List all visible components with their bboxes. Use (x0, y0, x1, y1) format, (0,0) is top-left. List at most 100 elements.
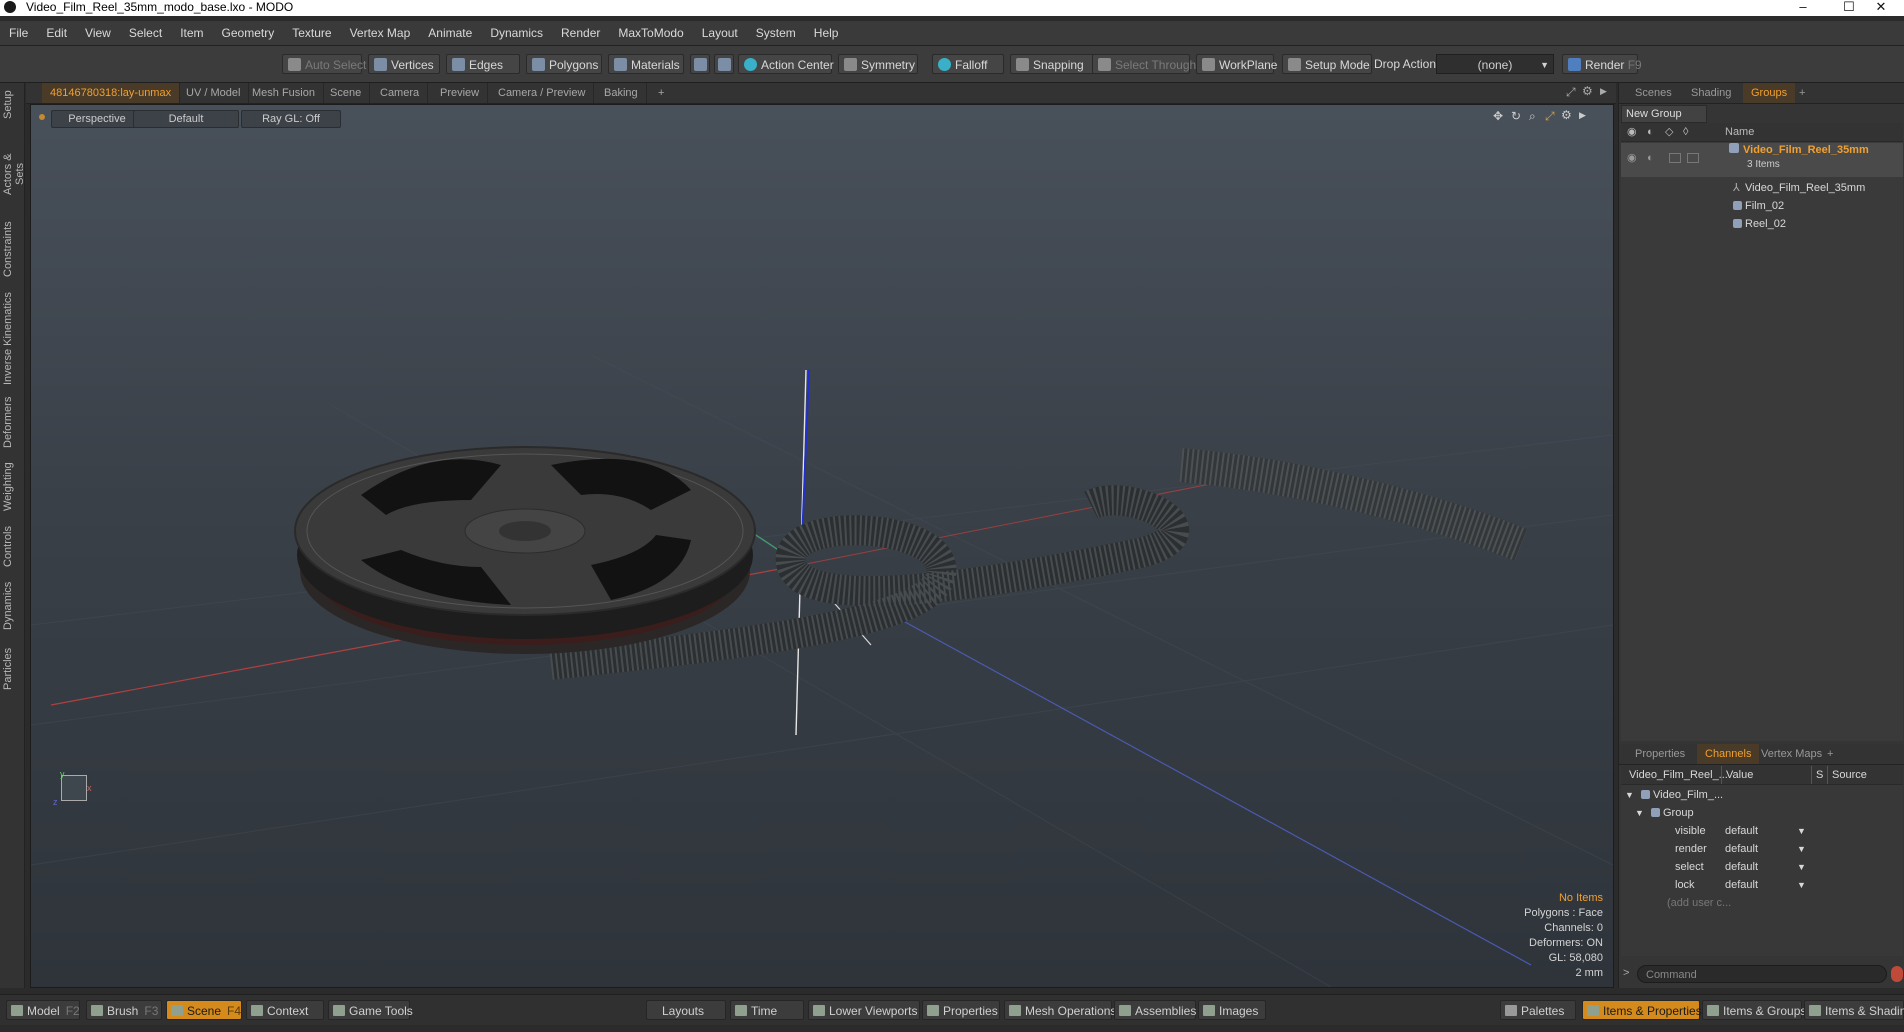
tab-weighting[interactable]: Weighting (2, 459, 22, 515)
group-select-checkbox[interactable] (1687, 153, 1699, 163)
polygons-button[interactable]: Polygons (526, 54, 602, 74)
menu-vertex-map[interactable]: Vertex Map (341, 21, 420, 45)
group-render-icon[interactable]: ◐ (1647, 149, 1654, 167)
scene-layout-button[interactable]: Scene F4 (166, 1000, 242, 1020)
channel-row[interactable]: render default ▼ (1621, 840, 1903, 858)
tab-camera[interactable]: Camera (372, 83, 429, 103)
menu-select[interactable]: Select (120, 21, 171, 45)
images-button[interactable]: Images (1198, 1000, 1266, 1020)
tab-constraints[interactable]: Constraints (2, 219, 22, 279)
channel-row[interactable]: visible default ▼ (1621, 822, 1903, 840)
tab-actors-sets[interactable]: Actors & Sets (2, 141, 26, 207)
new-group-button[interactable]: New Group (1621, 105, 1707, 123)
symmetry-button[interactable]: Symmetry (838, 54, 918, 74)
menu-texture[interactable]: Texture (283, 21, 340, 45)
tab-properties[interactable]: Properties (1627, 744, 1693, 764)
tab-channels[interactable]: Channels (1697, 744, 1760, 764)
component-mode-2-button[interactable] (714, 54, 734, 74)
minimize-button[interactable]: – (1780, 0, 1826, 16)
items-groups-button[interactable]: Items & Groups (1702, 1000, 1806, 1020)
menu-geometry[interactable]: Geometry (213, 21, 284, 45)
tab-layout[interactable]: 48146780318:lay-unmax (42, 83, 181, 103)
items-properties-button[interactable]: Items & Properties (1582, 1000, 1702, 1020)
tab-deformers[interactable]: Deformers (2, 395, 22, 449)
command-execute-icon[interactable] (1891, 966, 1903, 982)
command-input[interactable]: Command (1637, 965, 1887, 983)
group-member-row[interactable]: ⅄ Video_Film_Reel_35mm (1621, 179, 1903, 197)
menu-maxtomodo[interactable]: MaxToModo (609, 21, 692, 45)
tab-dynamics[interactable]: Dynamics (2, 579, 22, 633)
tab-particles[interactable]: Particles (2, 643, 22, 695)
expand-icon[interactable]: ⤢ (1566, 85, 1576, 100)
snapping-button[interactable]: Snapping (1010, 54, 1094, 74)
context-layout-button[interactable]: Context (246, 1000, 324, 1020)
collapse-icon[interactable]: ▼ (1625, 786, 1634, 804)
channel-row[interactable]: lock default ▼ (1621, 876, 1903, 894)
add-panel-tab-button[interactable]: + (1791, 83, 1813, 103)
items-shading-button[interactable]: Items & Shading (1804, 1000, 1904, 1020)
falloff-button[interactable]: Falloff (932, 54, 1004, 74)
menu-help[interactable]: Help (805, 21, 848, 45)
tab-setup[interactable]: Setup (2, 87, 22, 123)
3d-viewport[interactable]: Perspective Default Ray GL: Off ✥ ↻ ⌕ ⤢ … (30, 104, 1614, 988)
menu-system[interactable]: System (747, 21, 805, 45)
edges-button[interactable]: Edges (446, 54, 520, 74)
brush-layout-button[interactable]: Brush F3 (86, 1000, 162, 1020)
setup-mode-button[interactable]: Setup Mode (1282, 54, 1372, 74)
chevron-right-icon[interactable]: ▶ (1600, 86, 1607, 97)
vertices-button[interactable]: Vertices (368, 54, 440, 74)
layouts-button[interactable]: Layouts (646, 1000, 726, 1020)
tab-inverse-kinematics[interactable]: Inverse Kinematics (2, 291, 22, 387)
tab-controls[interactable]: Controls (2, 523, 22, 571)
materials-button[interactable]: Materials (608, 54, 684, 74)
tab-camera-preview[interactable]: Camera / Preview (490, 83, 595, 103)
tab-shading[interactable]: Shading (1683, 83, 1739, 103)
workplane-button[interactable]: WorkPlane (1196, 54, 1277, 74)
channel-root-row[interactable]: ▼ Video_Film_... (1621, 786, 1903, 804)
drop-action-dropdown[interactable]: (none) ▼ (1436, 54, 1554, 74)
menu-item[interactable]: Item (171, 21, 212, 45)
component-mode-1-button[interactable] (690, 54, 710, 74)
time-button[interactable]: Time (730, 1000, 804, 1020)
gear-icon[interactable]: ⚙ (1582, 84, 1593, 98)
render-button[interactable]: Render F9 (1562, 54, 1642, 74)
add-user-channel-row[interactable]: (add user c... (1621, 894, 1903, 912)
channel-row[interactable]: select default ▼ (1621, 858, 1903, 876)
menu-render[interactable]: Render (552, 21, 609, 45)
group-lock-checkbox[interactable] (1669, 153, 1681, 163)
menu-animate[interactable]: Animate (419, 21, 481, 45)
menu-edit[interactable]: Edit (37, 21, 76, 45)
mesh-operations-button[interactable]: Mesh Operations (1004, 1000, 1116, 1020)
group-visibility-icon[interactable]: ◉ (1627, 149, 1637, 167)
chevron-down-icon[interactable]: ▼ (1797, 858, 1806, 876)
group-row[interactable]: ◉ ◐ Video_Film_Reel_35mm 3 Items (1621, 143, 1903, 177)
tab-baking[interactable]: Baking (596, 83, 647, 103)
group-member-row[interactable]: Reel_02 (1621, 215, 1903, 233)
game-tools-button[interactable]: Game Tools (328, 1000, 413, 1020)
menu-view[interactable]: View (76, 21, 120, 45)
channel-group-row[interactable]: ▼ Group (1621, 804, 1903, 822)
add-channel-tab-button[interactable]: + (1819, 744, 1841, 764)
tab-groups[interactable]: Groups (1743, 83, 1796, 103)
tab-uv-model[interactable]: UV / Model (178, 83, 250, 103)
chevron-down-icon[interactable]: ▼ (1797, 876, 1806, 894)
model-layout-button[interactable]: Model F2 (6, 1000, 80, 1020)
close-button[interactable]: ✕ (1858, 0, 1904, 16)
menu-layout[interactable]: Layout (693, 21, 747, 45)
tab-preview[interactable]: Preview (432, 83, 489, 103)
group-member-row[interactable]: Film_02 (1621, 197, 1903, 215)
select-through-button[interactable]: Select Through (1092, 54, 1196, 74)
tab-scene[interactable]: Scene (322, 83, 371, 103)
chevron-down-icon[interactable]: ▼ (1797, 822, 1806, 840)
menu-dynamics[interactable]: Dynamics (481, 21, 552, 45)
palettes-button[interactable]: Palettes (1500, 1000, 1576, 1020)
properties-button[interactable]: Properties (922, 1000, 1000, 1020)
chevron-down-icon[interactable]: ▼ (1797, 840, 1806, 858)
lower-viewports-button[interactable]: Lower Viewports (808, 1000, 920, 1020)
auto-select-button[interactable]: Auto Select (282, 54, 366, 74)
tab-scenes[interactable]: Scenes (1627, 83, 1680, 103)
collapse-icon[interactable]: ▼ (1635, 804, 1644, 822)
tab-mesh-fusion[interactable]: Mesh Fusion (244, 83, 324, 103)
menu-file[interactable]: File (0, 21, 37, 45)
assemblies-button[interactable]: Assemblies (1114, 1000, 1196, 1020)
